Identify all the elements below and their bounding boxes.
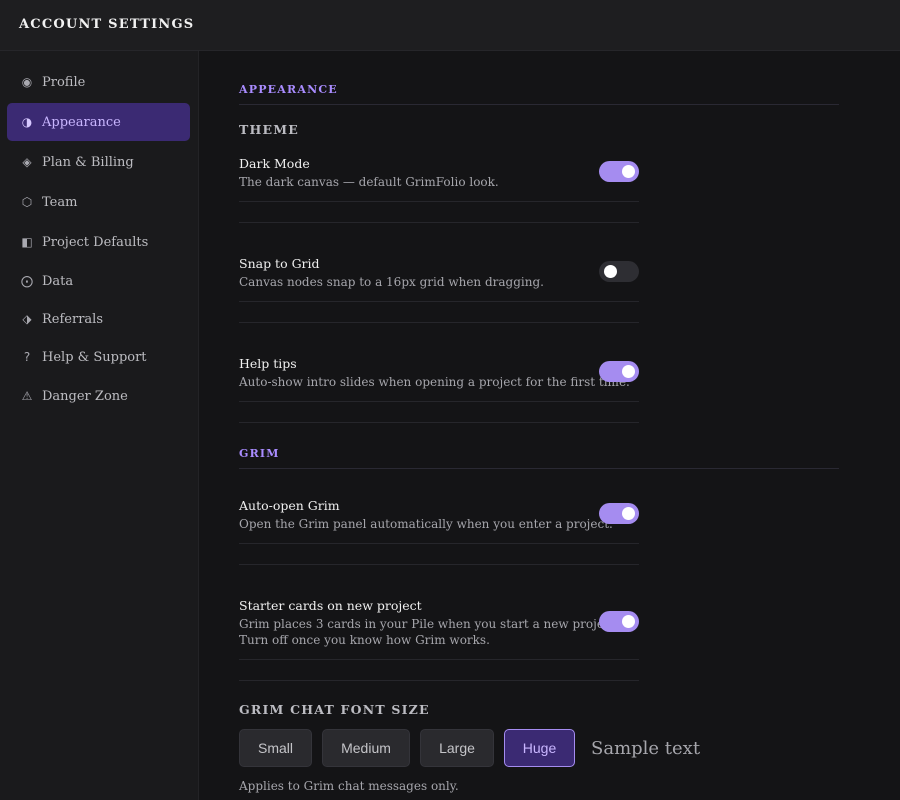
row-divider (239, 659, 639, 660)
row-divider (239, 564, 639, 565)
setting-name: Auto-open Grim (239, 498, 340, 513)
row-divider (239, 543, 639, 544)
sidebar: ◉ Profile ◑ Appearance ◈ Plan & Billing … (0, 51, 199, 800)
row-divider (239, 422, 639, 423)
toggle-knob (622, 507, 635, 520)
font-size-large-button[interactable]: Large (420, 729, 494, 767)
sidebar-item-label: Data (42, 273, 74, 289)
sidebar-item-profile[interactable]: ◉ Profile (7, 63, 190, 101)
sidebar-item-plan-billing[interactable]: ◈ Plan & Billing (7, 143, 190, 181)
sidebar-item-label: Referrals (42, 311, 103, 327)
row-divider (239, 222, 639, 223)
page-title: ACCOUNT SETTINGS (19, 17, 195, 32)
setting-name: Starter cards on new project (239, 598, 422, 613)
auto-open-grim-toggle[interactable] (599, 503, 639, 524)
circle-dot-icon: ⨀ (21, 274, 33, 288)
question-icon: ? (23, 350, 31, 364)
sidebar-item-project-defaults[interactable]: ◧ Project Defaults (7, 223, 190, 261)
row-divider (239, 301, 639, 302)
sidebar-item-data[interactable]: ⨀ Data (7, 262, 190, 300)
snap-to-grid-toggle[interactable] (599, 261, 639, 282)
row-divider (239, 322, 639, 323)
row-divider (239, 201, 639, 202)
font-size-huge-button[interactable]: Huge (504, 729, 575, 767)
starter-cards-toggle[interactable] (599, 611, 639, 632)
toggle-knob (622, 165, 635, 178)
theme-heading: THEME (239, 122, 300, 137)
help-tips-toggle[interactable] (599, 361, 639, 382)
section-divider (239, 468, 839, 469)
toggle-knob (622, 615, 635, 628)
setting-snap-to-grid: Snap to Grid Canvas nodes snap to a 16px… (239, 256, 639, 290)
sidebar-item-label: Project Defaults (42, 234, 149, 250)
setting-description-line-2: Turn off once you know how Grim works. (239, 633, 490, 647)
section-divider (239, 104, 839, 105)
setting-help-tips: Help tips Auto-show intro slides when op… (239, 356, 639, 390)
sidebar-item-referrals[interactable]: ⬗ Referrals (7, 300, 190, 338)
setting-description: Grim places 3 cards in your Pile when yo… (239, 617, 620, 631)
square-half-icon: ◧ (21, 235, 33, 249)
sidebar-item-danger-zone[interactable]: ⚠ Danger Zone (7, 377, 190, 415)
row-divider (239, 680, 639, 681)
setting-name: Snap to Grid (239, 256, 320, 271)
diamond-icon: ◈ (22, 155, 32, 169)
setting-dark-mode: Dark Mode The dark canvas — default Grim… (239, 156, 639, 190)
contrast-icon: ◑ (21, 115, 33, 129)
setting-description: The dark canvas — default GrimFolio look… (239, 175, 499, 189)
sidebar-item-team[interactable]: ⬡ Team (7, 183, 190, 221)
profile-icon: ◉ (21, 75, 33, 89)
toggle-knob (622, 365, 635, 378)
font-size-small-button[interactable]: Small (239, 729, 312, 767)
sidebar-item-appearance[interactable]: ◑ Appearance (7, 103, 190, 141)
sidebar-item-label: Plan & Billing (42, 154, 134, 170)
setting-starter-cards: Starter cards on new project Grim places… (239, 598, 639, 648)
sidebar-item-label: Team (42, 194, 78, 210)
dark-mode-toggle[interactable] (599, 161, 639, 182)
setting-description: Open the Grim panel automatically when y… (239, 517, 613, 531)
font-size-heading: GRIM CHAT FONT SIZE (239, 702, 430, 717)
warning-icon: ⚠ (21, 389, 33, 403)
setting-description: Canvas nodes snap to a 16px grid when dr… (239, 275, 544, 289)
sidebar-item-help-support[interactable]: ? Help & Support (7, 338, 190, 376)
settings-panel: APPEARANCE THEME Dark Mode The dark canv… (200, 51, 900, 800)
sidebar-item-label: Help & Support (42, 349, 147, 365)
sidebar-item-label: Danger Zone (42, 388, 128, 404)
hexagon-icon: ⬡ (21, 195, 33, 209)
top-bar: ACCOUNT SETTINGS (0, 0, 900, 51)
setting-name: Help tips (239, 356, 297, 371)
row-divider (239, 401, 639, 402)
section-label-appearance: APPEARANCE (239, 83, 338, 96)
setting-auto-open-grim: Auto-open Grim Open the Grim panel autom… (239, 498, 639, 532)
font-size-sample-text: Sample text (591, 738, 701, 759)
section-label-grim: GRIM (239, 447, 280, 460)
setting-name: Dark Mode (239, 156, 310, 171)
sidebar-item-label: Appearance (42, 114, 121, 130)
gift-diamond-icon: ⬗ (22, 312, 32, 326)
font-size-footnote: Applies to Grim chat messages only. (239, 779, 459, 793)
sidebar-item-label: Profile (42, 74, 86, 90)
font-size-medium-button[interactable]: Medium (322, 729, 410, 767)
setting-description: Auto-show intro slides when opening a pr… (239, 375, 630, 389)
toggle-knob (604, 265, 617, 278)
